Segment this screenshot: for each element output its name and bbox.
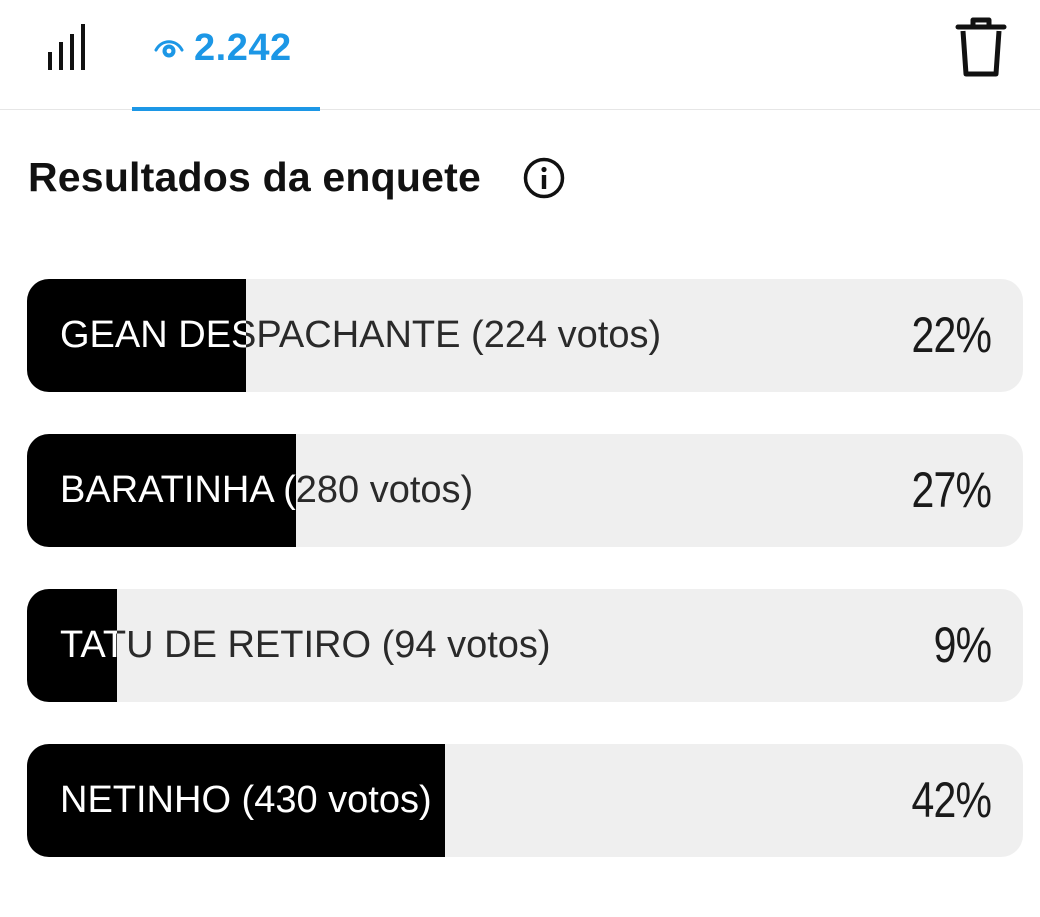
info-icon[interactable] bbox=[522, 156, 566, 200]
poll-option: NETINHO (430 votos) NETINHO (430 votos) 42… bbox=[27, 744, 1023, 857]
poll-option-label-overlay: NETINHO (430 votos) bbox=[27, 744, 445, 857]
poll-option-percent: 42% bbox=[911, 772, 991, 828]
page-title: Resultados da enquete bbox=[28, 154, 482, 200]
poll-option-percent: 9% bbox=[933, 617, 991, 673]
poll-option: TATU DE RETIRO (94 votos)TATU DE RETIRO … bbox=[27, 589, 1023, 702]
poll-option-label-inverse: GEAN DESPACHANTE (224 votos) bbox=[60, 314, 246, 356]
poll-option: BARATINHA (280 votos)BARATINHA (280 voto… bbox=[27, 434, 1023, 547]
poll-options-list: GEAN DESPACHANTE (224 votos)GEAN DESPACH… bbox=[27, 279, 1023, 899]
poll-results-screen: 2.242 Resultados da enquete GEAN DESPACH… bbox=[0, 0, 1040, 917]
tab-active-indicator bbox=[132, 107, 320, 111]
bar-chart-icon[interactable] bbox=[46, 22, 92, 72]
views-count: 2.242 bbox=[194, 27, 292, 69]
trash-icon[interactable] bbox=[952, 14, 1010, 80]
poll-option-label-inverse: TATU DE RETIRO (94 votos) bbox=[60, 624, 117, 666]
poll-option-label: TATU DE RETIRO (94 votos) bbox=[60, 624, 551, 666]
poll-option-label-inverse: NETINHO (430 votos) bbox=[60, 779, 432, 821]
poll-option-label-overlay: TATU DE RETIRO (94 votos) bbox=[27, 589, 117, 702]
top-bar: 2.242 bbox=[0, 0, 1040, 111]
poll-option-percent: 22% bbox=[911, 307, 991, 363]
poll-option-label-inverse: BARATINHA (280 votos) bbox=[60, 469, 296, 511]
eye-icon bbox=[154, 36, 184, 60]
tab-views[interactable]: 2.242 bbox=[132, 0, 320, 111]
poll-option-percent: 27% bbox=[911, 462, 991, 518]
poll-option: GEAN DESPACHANTE (224 votos)GEAN DESPACH… bbox=[27, 279, 1023, 392]
poll-option-label-overlay: GEAN DESPACHANTE (224 votos) bbox=[27, 279, 246, 392]
poll-option-label-overlay: BARATINHA (280 votos) bbox=[27, 434, 296, 547]
